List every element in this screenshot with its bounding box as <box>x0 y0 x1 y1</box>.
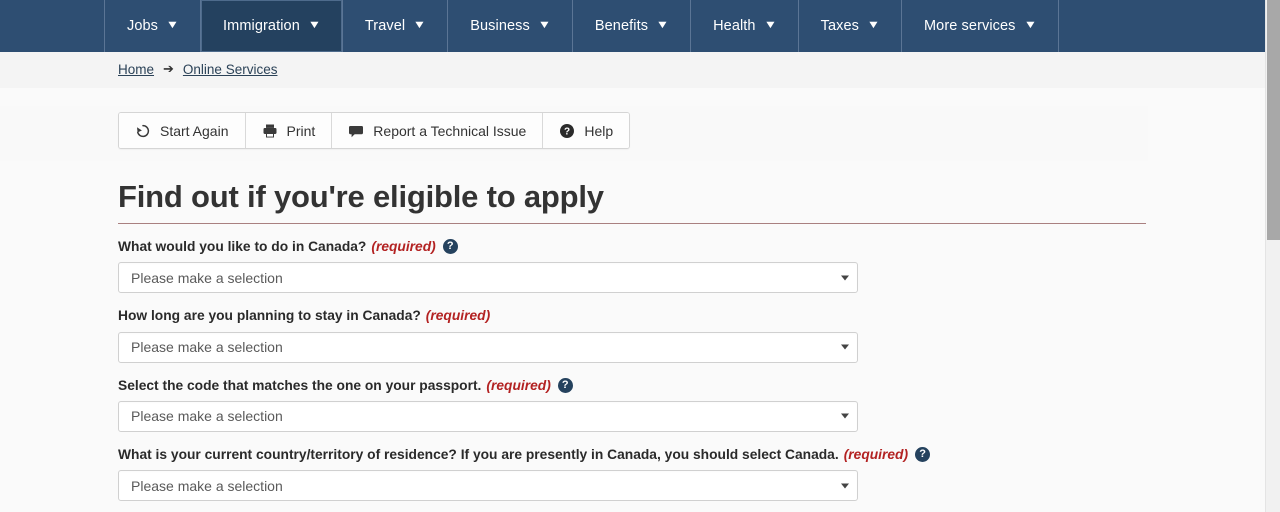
field-label: What would you like to do in Canada? (re… <box>118 238 1148 255</box>
required-marker: (required) <box>426 307 490 324</box>
breadcrumb-link-home[interactable]: Home <box>118 62 154 77</box>
nav-item-more-services[interactable]: More services ▼ <box>901 0 1059 52</box>
form-field-activity-in-canada: What would you like to do in Canada? (re… <box>118 238 1148 293</box>
select-country-of-residence[interactable]: Please make a selection <box>118 470 858 501</box>
chevron-down-icon: ▼ <box>413 20 427 31</box>
arrow-right-icon: ➔ <box>163 61 174 77</box>
action-toolbar: Start Again Print <box>118 112 630 149</box>
help-button[interactable]: ? Help <box>543 113 629 148</box>
required-marker: (required) <box>844 446 908 463</box>
chevron-down-icon: ▼ <box>1023 20 1037 31</box>
chevron-down-icon: ▼ <box>308 20 322 31</box>
printer-icon <box>262 123 278 139</box>
svg-text:?: ? <box>564 126 570 137</box>
vertical-scrollbar[interactable] <box>1265 0 1280 512</box>
select-value: Please make a selection <box>131 408 283 424</box>
nav-item-health[interactable]: Health ▼ <box>690 0 799 52</box>
nav-item-label: Benefits <box>595 18 648 34</box>
select-wrapper: Please make a selection <box>118 262 858 293</box>
nav-right-spacer <box>1058 0 1265 52</box>
main-navigation: Jobs ▼ Immigration ▼ Travel ▼ Business ▼… <box>0 0 1265 52</box>
nav-left-spacer <box>0 0 105 52</box>
toolbar-band: Start Again Print <box>0 106 1148 161</box>
chevron-down-icon: ▼ <box>656 20 670 31</box>
nav-item-benefits[interactable]: Benefits ▼ <box>572 0 691 52</box>
breadcrumb-link-online-services[interactable]: Online Services <box>183 62 278 77</box>
required-marker: (required) <box>486 377 550 394</box>
form-field-country-of-residence: What is your current country/territory o… <box>118 446 1148 501</box>
toolbar-button-label: Report a Technical Issue <box>373 123 526 139</box>
page-root: Jobs ▼ Immigration ▼ Travel ▼ Business ▼… <box>0 0 1280 512</box>
select-value: Please make a selection <box>131 478 283 494</box>
select-length-of-stay[interactable]: Please make a selection <box>118 332 858 363</box>
chevron-down-icon: ▼ <box>867 20 881 31</box>
undo-icon <box>135 123 151 139</box>
nav-item-taxes[interactable]: Taxes ▼ <box>798 0 902 52</box>
field-label-text: Select the code that matches the one on … <box>118 377 481 394</box>
field-label: Select the code that matches the one on … <box>118 377 1148 394</box>
field-label-text: What would you like to do in Canada? <box>118 238 366 255</box>
question-circle-icon[interactable]: ? <box>915 447 930 462</box>
toolbar-button-label: Print <box>287 123 316 139</box>
required-marker: (required) <box>371 238 435 255</box>
chevron-down-icon: ▼ <box>166 20 180 31</box>
scrollbar-thumb[interactable] <box>1267 0 1280 240</box>
main-content: Find out if you're eligible to apply Wha… <box>118 180 1148 501</box>
form-field-length-of-stay: How long are you planning to stay in Can… <box>118 307 1148 362</box>
comment-icon <box>348 123 364 139</box>
question-circle-icon[interactable]: ? <box>443 239 458 254</box>
toolbar-button-label: Help <box>584 123 613 139</box>
nav-item-jobs[interactable]: Jobs ▼ <box>104 0 201 52</box>
select-wrapper: Please make a selection <box>118 470 858 501</box>
nav-item-immigration[interactable]: Immigration ▼ <box>200 0 343 52</box>
nav-item-label: Jobs <box>127 18 158 34</box>
field-label: How long are you planning to stay in Can… <box>118 307 1148 324</box>
nav-item-label: Travel <box>365 18 405 34</box>
nav-item-business[interactable]: Business ▼ <box>447 0 573 52</box>
chevron-down-icon: ▼ <box>763 20 777 31</box>
select-wrapper: Please make a selection <box>118 401 858 432</box>
breadcrumb-band: Home ➔ Online Services <box>0 52 1265 88</box>
nav-item-travel[interactable]: Travel ▼ <box>342 0 448 52</box>
content-band: Start Again Print <box>0 88 1265 512</box>
breadcrumb: Home ➔ Online Services <box>118 61 277 77</box>
title-divider <box>118 223 1146 224</box>
start-again-button[interactable]: Start Again <box>119 113 246 148</box>
field-label-text: What is your current country/territory o… <box>118 446 839 463</box>
nav-item-label: Immigration <box>223 18 300 34</box>
select-value: Please make a selection <box>131 270 283 286</box>
question-circle-icon[interactable]: ? <box>558 378 573 393</box>
nav-item-label: Health <box>713 18 756 34</box>
select-activity-in-canada[interactable]: Please make a selection <box>118 262 858 293</box>
nav-item-label: Business <box>470 18 530 34</box>
question-circle-icon: ? <box>559 123 575 139</box>
nav-item-label: More services <box>924 18 1016 34</box>
toolbar-button-label: Start Again <box>160 123 229 139</box>
print-button[interactable]: Print <box>246 113 333 148</box>
field-label-text: How long are you planning to stay in Can… <box>118 307 421 324</box>
page-title: Find out if you're eligible to apply <box>118 180 1148 214</box>
field-label: What is your current country/territory o… <box>118 446 1148 463</box>
select-passport-code[interactable]: Please make a selection <box>118 401 858 432</box>
nav-item-label: Taxes <box>821 18 859 34</box>
report-technical-issue-button[interactable]: Report a Technical Issue <box>332 113 543 148</box>
select-value: Please make a selection <box>131 339 283 355</box>
chevron-down-icon: ▼ <box>538 20 552 31</box>
select-wrapper: Please make a selection <box>118 332 858 363</box>
form-field-passport-code: Select the code that matches the one on … <box>118 377 1148 432</box>
